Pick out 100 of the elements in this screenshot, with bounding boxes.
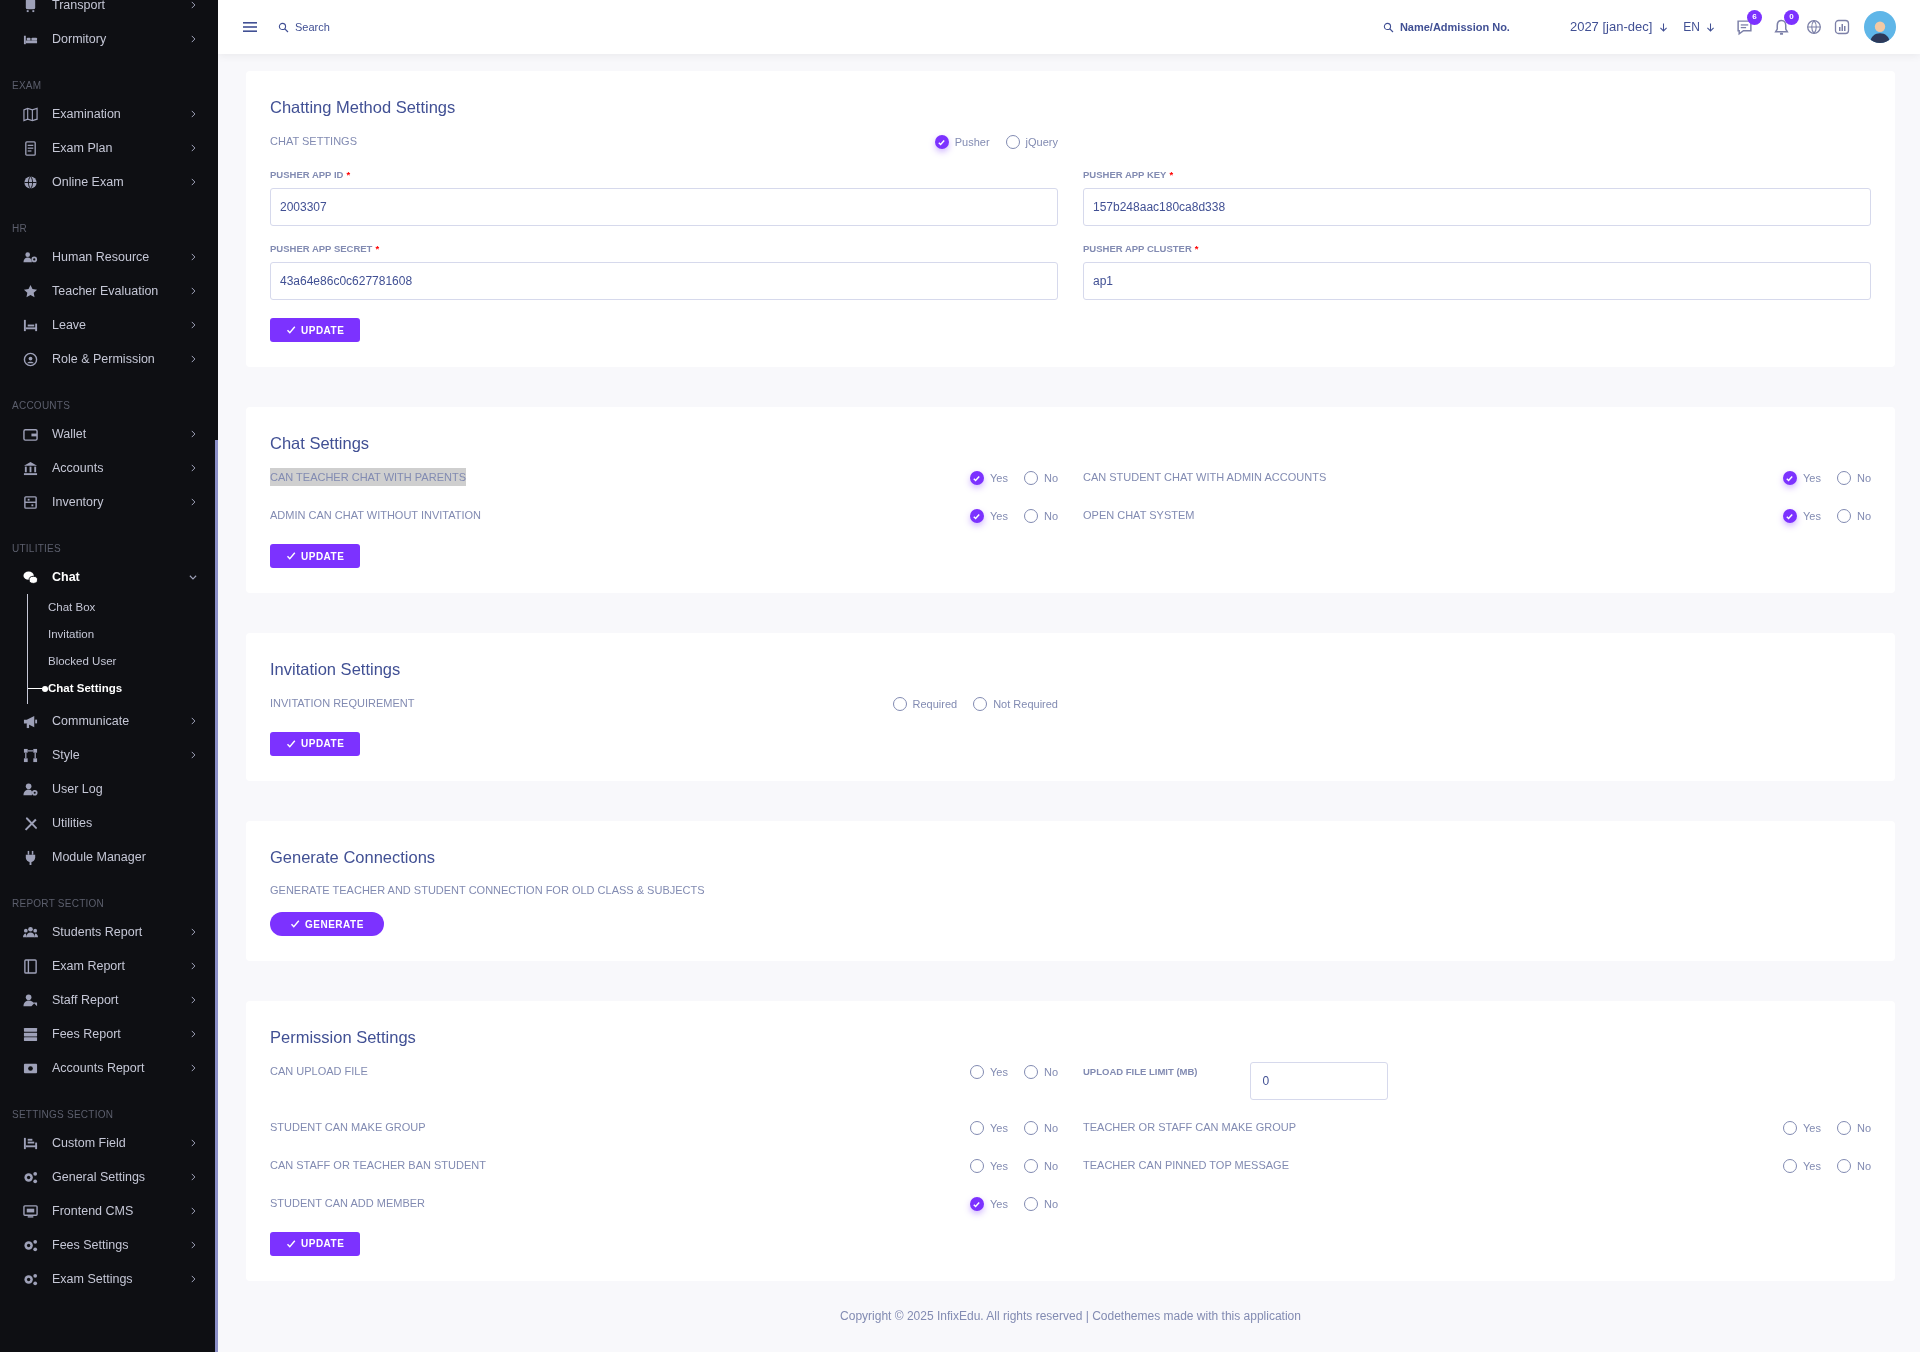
card-title: Generate Connections	[270, 846, 437, 868]
update-button[interactable]: UPDATE	[270, 731, 361, 756]
boxes-icon	[23, 494, 38, 510]
student-search-field[interactable]: Name/Admission No.	[1382, 18, 1510, 36]
submenu-item[interactable]: Blocked User	[48, 652, 117, 671]
radio-button[interactable]	[1783, 471, 1797, 486]
number-input[interactable]: 0	[1249, 1061, 1388, 1100]
users-icon	[23, 924, 38, 940]
radio-button[interactable]	[892, 697, 907, 711]
sidebar-item[interactable]: Transport	[0, 0, 218, 22]
update-button[interactable]: UPDATE	[270, 318, 361, 343]
radio-button[interactable]	[973, 697, 988, 711]
radio-button[interactable]	[970, 471, 984, 486]
chevron-right-icon	[188, 1063, 198, 1073]
sidebar-item[interactable]: Staff Report	[0, 983, 218, 1017]
checkmark-icon	[1785, 511, 1795, 521]
sidebar-item[interactable]: Dormitory	[0, 22, 218, 56]
sidebar-item[interactable]: User Log	[0, 772, 218, 806]
radio-button[interactable]	[1836, 509, 1851, 524]
sidebar-item[interactable]: Module Manager	[0, 840, 218, 874]
search-field[interactable]: Search	[278, 18, 330, 36]
scrollbar[interactable]	[215, 440, 218, 1352]
down-arrow-icon	[1705, 21, 1716, 33]
radio-button[interactable]	[1023, 1065, 1038, 1079]
language-button[interactable]	[1806, 19, 1822, 35]
radio-label: jQuery	[1025, 134, 1058, 150]
radio-button[interactable]	[1023, 1197, 1038, 1211]
session-dropdown[interactable]: 2027 [jan-dec]	[1569, 17, 1670, 37]
radio-button[interactable]	[970, 1121, 984, 1135]
chat-button[interactable]	[1736, 18, 1753, 36]
setting-label: TEACHER OR STAFF CAN MAKE GROUP	[1083, 1119, 1297, 1135]
sidebar-item[interactable]: Fees Settings	[0, 1228, 218, 1262]
text-input[interactable]: 2003307	[270, 188, 1058, 226]
sidebar-item[interactable]: Style	[0, 738, 218, 772]
required-mark: *	[375, 243, 380, 254]
sidebar-item[interactable]: Examination	[0, 97, 218, 131]
sidebar-item[interactable]: General Settings	[0, 1160, 218, 1194]
text-input[interactable]: 157b248aac180ca8d338	[1083, 188, 1871, 226]
radio-button[interactable]	[1836, 471, 1851, 486]
sidebar-item[interactable]: Fees Report	[0, 1017, 218, 1051]
user-avatar[interactable]	[1864, 11, 1896, 43]
field-label: PUSHER APP KEY *	[1083, 167, 1175, 182]
text-input[interactable]: 43a64e86c0c627781608	[270, 262, 1058, 301]
radio-button[interactable]	[1005, 135, 1020, 149]
radio-button[interactable]	[934, 135, 949, 149]
radio-button[interactable]	[1783, 509, 1797, 524]
sidebar-item[interactable]: Frontend CMS	[0, 1194, 218, 1228]
radio-label: Yes	[1803, 1158, 1821, 1174]
bed-icon	[23, 1135, 38, 1151]
radio-button[interactable]	[1023, 471, 1038, 486]
bullet-icon	[28, 685, 48, 692]
bell-button[interactable]	[1773, 18, 1790, 36]
text-input[interactable]: ap1	[1083, 262, 1871, 301]
users-gear-icon	[23, 249, 38, 265]
radio-button[interactable]	[1023, 509, 1038, 524]
sidebar-item[interactable]: Students Report	[0, 915, 218, 949]
update-button[interactable]: UPDATE	[270, 1231, 361, 1256]
radio-button[interactable]	[970, 1065, 984, 1079]
sidebar-item[interactable]: Exam Report	[0, 949, 218, 983]
radio-button[interactable]	[970, 1197, 984, 1211]
sidebar-item[interactable]: Wallet	[0, 417, 218, 451]
radio-label: No	[1043, 1064, 1058, 1080]
sidebar-item[interactable]: Accounts Report	[0, 1051, 218, 1085]
language-dropdown[interactable]: EN	[1683, 18, 1716, 36]
setting-label: TEACHER CAN PINNED TOP MESSAGE	[1083, 1157, 1289, 1173]
sidebar-item[interactable]: Exam Plan	[0, 131, 218, 165]
radio-button[interactable]	[1023, 1121, 1038, 1135]
radio-button[interactable]	[1783, 1121, 1797, 1135]
submenu-item[interactable]: Invitation	[48, 625, 95, 644]
submenu-item[interactable]: Chat Settings	[48, 679, 123, 698]
sidebar-item[interactable]: Teacher Evaluation	[0, 274, 218, 308]
sidebar-item[interactable]: Accounts	[0, 451, 218, 485]
stats-button[interactable]	[1834, 19, 1850, 35]
radio-button[interactable]	[1783, 1159, 1797, 1173]
generate-button[interactable]: GENERATE	[270, 912, 384, 936]
radio-button[interactable]	[970, 1159, 984, 1173]
sidebar-item[interactable]: Online Exam	[0, 165, 218, 199]
chevron-right-icon	[188, 1172, 198, 1182]
radio-button[interactable]	[1023, 1159, 1038, 1173]
radio-button[interactable]	[970, 509, 984, 524]
update-button[interactable]: UPDATE	[270, 544, 361, 568]
setting-label: CAN TEACHER CHAT WITH PARENTS	[270, 468, 466, 486]
sidebar-item[interactable]: Human Resource	[0, 240, 218, 274]
chevron-right-icon	[188, 143, 198, 153]
map-icon	[23, 106, 38, 122]
chevron-right-icon	[188, 0, 198, 10]
sidebar-item[interactable]: Chat	[0, 560, 218, 594]
sidebar-item[interactable]: Custom Field	[0, 1126, 218, 1160]
sidebar-item[interactable]: Utilities	[0, 806, 218, 840]
sidebar-item[interactable]: Exam Settings	[0, 1262, 218, 1296]
radio-button[interactable]	[1836, 1121, 1851, 1135]
sidebar-item[interactable]: Leave	[0, 308, 218, 342]
chat-bubbles-icon	[23, 569, 38, 585]
user-gear-icon	[23, 781, 38, 797]
sidebar-item[interactable]: Communicate	[0, 704, 218, 738]
radio-button[interactable]	[1836, 1159, 1851, 1173]
sidebar-item[interactable]: Inventory	[0, 485, 218, 519]
document-icon	[23, 140, 38, 156]
sidebar-item[interactable]: Role & Permission	[0, 342, 218, 376]
submenu-item[interactable]: Chat Box	[48, 598, 96, 617]
